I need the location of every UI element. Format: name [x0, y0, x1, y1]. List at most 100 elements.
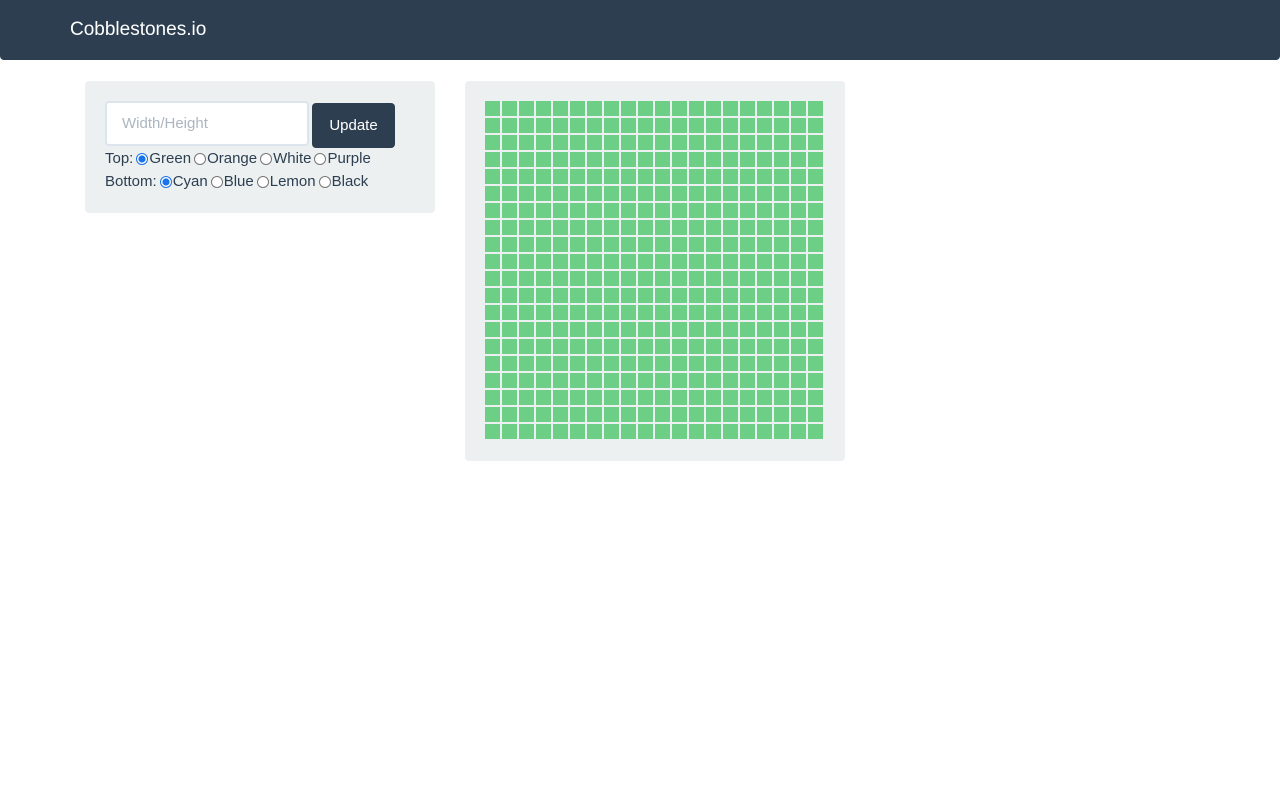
grid-cell[interactable] [655, 118, 670, 133]
grid-cell[interactable] [536, 390, 551, 405]
grid-cell[interactable] [485, 339, 500, 354]
grid-cell[interactable] [672, 288, 687, 303]
grid-cell[interactable] [791, 424, 806, 439]
grid-cell[interactable] [706, 373, 721, 388]
grid-cell[interactable] [655, 237, 670, 252]
grid-cell[interactable] [638, 118, 653, 133]
grid-cell[interactable] [706, 390, 721, 405]
grid-cell[interactable] [808, 169, 823, 184]
grid-cell[interactable] [808, 135, 823, 150]
grid-cell[interactable] [655, 152, 670, 167]
grid-cell[interactable] [604, 424, 619, 439]
grid-cell[interactable] [570, 220, 585, 235]
grid-cell[interactable] [706, 169, 721, 184]
grid-cell[interactable] [689, 322, 704, 337]
grid-cell[interactable] [604, 101, 619, 116]
grid-cell[interactable] [621, 203, 636, 218]
grid-cell[interactable] [536, 339, 551, 354]
grid-cell[interactable] [757, 322, 772, 337]
width-height-input[interactable] [105, 101, 309, 146]
grid-cell[interactable] [638, 152, 653, 167]
grid-cell[interactable] [570, 322, 585, 337]
grid-cell[interactable] [757, 101, 772, 116]
grid-cell[interactable] [638, 322, 653, 337]
grid-cell[interactable] [536, 288, 551, 303]
grid-cell[interactable] [791, 135, 806, 150]
grid-cell[interactable] [519, 101, 534, 116]
grid-cell[interactable] [774, 407, 789, 422]
grid-cell[interactable] [587, 169, 602, 184]
grid-cell[interactable] [621, 135, 636, 150]
grid-cell[interactable] [723, 373, 738, 388]
grid-cell[interactable] [570, 169, 585, 184]
grid-cell[interactable] [655, 220, 670, 235]
grid-cell[interactable] [774, 424, 789, 439]
grid-cell[interactable] [808, 407, 823, 422]
grid-cell[interactable] [672, 220, 687, 235]
grid-cell[interactable] [638, 407, 653, 422]
grid-cell[interactable] [604, 254, 619, 269]
grid-cell[interactable] [655, 254, 670, 269]
grid-cell[interactable] [587, 237, 602, 252]
grid-cell[interactable] [757, 135, 772, 150]
grid-cell[interactable] [774, 322, 789, 337]
grid-cell[interactable] [774, 271, 789, 286]
grid-cell[interactable] [604, 118, 619, 133]
grid-cell[interactable] [689, 203, 704, 218]
grid-cell[interactable] [723, 237, 738, 252]
grid-cell[interactable] [774, 203, 789, 218]
grid-cell[interactable] [808, 186, 823, 201]
grid-cell[interactable] [519, 390, 534, 405]
grid-cell[interactable] [791, 254, 806, 269]
grid-cell[interactable] [638, 203, 653, 218]
grid-cell[interactable] [621, 322, 636, 337]
grid-cell[interactable] [706, 322, 721, 337]
grid-cell[interactable] [672, 237, 687, 252]
grid-cell[interactable] [485, 186, 500, 201]
grid-cell[interactable] [553, 271, 568, 286]
grid-cell[interactable] [485, 118, 500, 133]
grid-cell[interactable] [519, 305, 534, 320]
grid-cell[interactable] [740, 101, 755, 116]
grid-cell[interactable] [519, 254, 534, 269]
grid-cell[interactable] [689, 220, 704, 235]
grid-cell[interactable] [774, 373, 789, 388]
grid-cell[interactable] [536, 186, 551, 201]
grid-cell[interactable] [536, 407, 551, 422]
grid-cell[interactable] [655, 407, 670, 422]
grid-cell[interactable] [553, 305, 568, 320]
grid-cell[interactable] [502, 101, 517, 116]
grid-cell[interactable] [536, 169, 551, 184]
grid-cell[interactable] [536, 254, 551, 269]
grid-cell[interactable] [672, 424, 687, 439]
grid-cell[interactable] [740, 152, 755, 167]
grid-cell[interactable] [536, 118, 551, 133]
grid-cell[interactable] [723, 135, 738, 150]
grid-cell[interactable] [536, 305, 551, 320]
grid-cell[interactable] [587, 407, 602, 422]
grid-cell[interactable] [757, 271, 772, 286]
grid-cell[interactable] [740, 237, 755, 252]
grid-cell[interactable] [587, 135, 602, 150]
grid-cell[interactable] [502, 407, 517, 422]
grid-cell[interactable] [706, 152, 721, 167]
grid-cell[interactable] [638, 237, 653, 252]
grid-cell[interactable] [740, 390, 755, 405]
grid-cell[interactable] [808, 237, 823, 252]
grid-cell[interactable] [519, 271, 534, 286]
grid-cell[interactable] [604, 288, 619, 303]
grid-cell[interactable] [672, 407, 687, 422]
grid-cell[interactable] [638, 220, 653, 235]
grid-cell[interactable] [689, 271, 704, 286]
grid-cell[interactable] [502, 203, 517, 218]
grid-cell[interactable] [553, 152, 568, 167]
grid-cell[interactable] [519, 407, 534, 422]
grid-cell[interactable] [740, 407, 755, 422]
grid-cell[interactable] [570, 203, 585, 218]
grid-cell[interactable] [774, 186, 789, 201]
grid-cell[interactable] [570, 407, 585, 422]
grid-cell[interactable] [502, 254, 517, 269]
grid-cell[interactable] [740, 424, 755, 439]
grid-cell[interactable] [553, 135, 568, 150]
grid-cell[interactable] [655, 305, 670, 320]
